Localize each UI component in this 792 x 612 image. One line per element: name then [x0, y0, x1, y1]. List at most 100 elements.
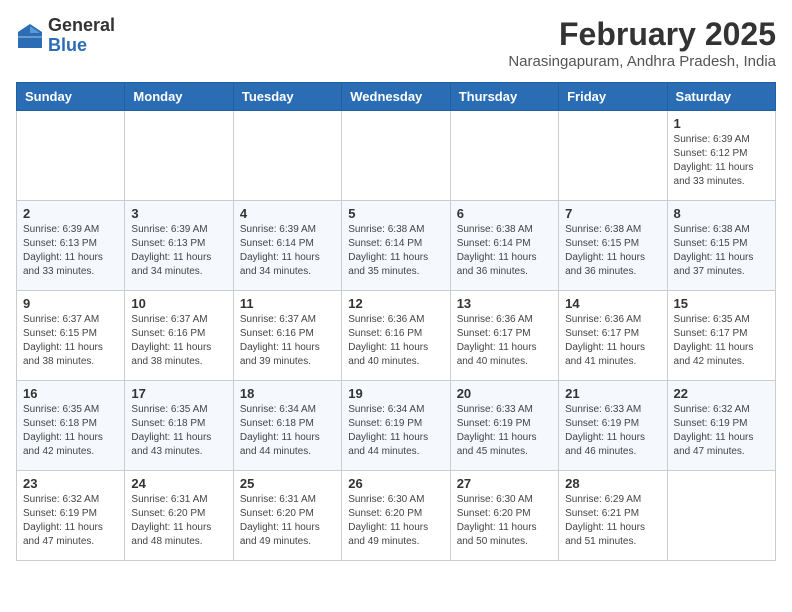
- day-of-week-header: Sunday: [17, 83, 125, 111]
- calendar-cell: 5 Sunrise: 6:38 AMSunset: 6:14 PMDaylight…: [342, 201, 450, 291]
- day-info: Sunrise: 6:38 AMSunset: 6:15 PMDaylight:…: [565, 223, 660, 279]
- day-number: 14: [565, 296, 660, 311]
- calendar-cell: 27Sunrise: 6:30 AMSunset: 6:20 PMDayligh…: [450, 471, 558, 561]
- day-number: 9: [23, 296, 118, 311]
- day-number: 28: [565, 476, 660, 491]
- calendar-cell: 20 Sunrise: 6:33 AMSunset: 6:19 PMDayligh…: [450, 381, 558, 471]
- day-info: Sunrise: 6:33 AMSunset: 6:19 PMDaylight:…: [457, 403, 552, 459]
- day-number: 20: [457, 386, 552, 401]
- calendar-cell: 6 Sunrise: 6:38 AMSunset: 6:14 PMDaylight…: [450, 201, 558, 291]
- calendar-week-row: 9 Sunrise: 6:37 AMSunset: 6:15 PMDaylight…: [17, 291, 776, 381]
- calendar-cell: [450, 111, 558, 201]
- calendar-cell: 21Sunrise: 6:33 AMSunset: 6:19 PMDayligh…: [559, 381, 667, 471]
- calendar-cell: 25 Sunrise: 6:31 AMSunset: 6:20 PMDayligh…: [233, 471, 341, 561]
- day-of-week-header: Tuesday: [233, 83, 341, 111]
- calendar-cell: 10 Sunrise: 6:37 AMSunset: 6:16 PMDayligh…: [125, 291, 233, 381]
- day-info: Sunrise: 6:36 AMSunset: 6:17 PMDaylight:…: [457, 313, 552, 369]
- calendar-cell: 9 Sunrise: 6:37 AMSunset: 6:15 PMDaylight…: [17, 291, 125, 381]
- calendar-cell: 1 Sunrise: 6:39 AMSunset: 6:12 PMDaylight…: [667, 111, 775, 201]
- calendar-table: SundayMondayTuesdayWednesdayThursdayFrid…: [16, 82, 776, 561]
- day-info: Sunrise: 6:36 AMSunset: 6:16 PMDaylight:…: [348, 313, 443, 369]
- calendar-cell: [125, 111, 233, 201]
- calendar-cell: [233, 111, 341, 201]
- day-info: Sunrise: 6:39 AMSunset: 6:13 PMDaylight:…: [23, 223, 118, 279]
- day-info: Sunrise: 6:38 AMSunset: 6:15 PMDaylight:…: [674, 223, 769, 279]
- day-of-week-header: Wednesday: [342, 83, 450, 111]
- logo-icon: [16, 22, 44, 50]
- calendar-cell: 15 Sunrise: 6:35 AMSunset: 6:17 PMDayligh…: [667, 291, 775, 381]
- day-of-week-header: Monday: [125, 83, 233, 111]
- day-number: 19: [348, 386, 443, 401]
- day-info: Sunrise: 6:31 AMSunset: 6:20 PMDaylight:…: [240, 493, 335, 549]
- page-header: General Blue February 2025 Narasingapura…: [16, 16, 776, 70]
- day-info: Sunrise: 6:35 AMSunset: 6:18 PMDaylight:…: [131, 403, 226, 459]
- day-info: Sunrise: 6:30 AMSunset: 6:20 PMDaylight:…: [348, 493, 443, 549]
- calendar-cell: 3 Sunrise: 6:39 AMSunset: 6:13 PMDaylight…: [125, 201, 233, 291]
- calendar-cell: 28 Sunrise: 6:29 AMSunset: 6:21 PMDayligh…: [559, 471, 667, 561]
- day-number: 8: [674, 206, 769, 221]
- calendar-cell: 26Sunrise: 6:30 AMSunset: 6:20 PMDayligh…: [342, 471, 450, 561]
- calendar-cell: 11 Sunrise: 6:37 AMSunset: 6:16 PMDayligh…: [233, 291, 341, 381]
- calendar-week-row: 1 Sunrise: 6:39 AMSunset: 6:12 PMDaylight…: [17, 111, 776, 201]
- day-info: Sunrise: 6:39 AMSunset: 6:12 PMDaylight:…: [674, 133, 769, 189]
- calendar-cell: 19 Sunrise: 6:34 AMSunset: 6:19 PMDayligh…: [342, 381, 450, 471]
- day-info: Sunrise: 6:29 AMSunset: 6:21 PMDaylight:…: [565, 493, 660, 549]
- day-number: 15: [674, 296, 769, 311]
- day-info: Sunrise: 6:32 AMSunset: 6:19 PMDaylight:…: [23, 493, 118, 549]
- calendar-cell: 23 Sunrise: 6:32 AMSunset: 6:19 PMDayligh…: [17, 471, 125, 561]
- calendar-cell: 18 Sunrise: 6:34 AMSunset: 6:18 PMDayligh…: [233, 381, 341, 471]
- calendar-title: February 2025: [508, 16, 776, 53]
- day-info: Sunrise: 6:37 AMSunset: 6:16 PMDaylight:…: [131, 313, 226, 369]
- day-number: 23: [23, 476, 118, 491]
- calendar-cell: 17 Sunrise: 6:35 AMSunset: 6:18 PMDayligh…: [125, 381, 233, 471]
- day-info: Sunrise: 6:30 AMSunset: 6:20 PMDaylight:…: [457, 493, 552, 549]
- day-info: Sunrise: 6:38 AMSunset: 6:14 PMDaylight:…: [348, 223, 443, 279]
- day-info: Sunrise: 6:35 AMSunset: 6:17 PMDaylight:…: [674, 313, 769, 369]
- day-number: 10: [131, 296, 226, 311]
- day-number: 17: [131, 386, 226, 401]
- day-number: 6: [457, 206, 552, 221]
- calendar-cell: 22Sunrise: 6:32 AMSunset: 6:19 PMDayligh…: [667, 381, 775, 471]
- day-info: Sunrise: 6:38 AMSunset: 6:14 PMDaylight:…: [457, 223, 552, 279]
- day-number: 11: [240, 296, 335, 311]
- day-of-week-header: Saturday: [667, 83, 775, 111]
- calendar-cell: [17, 111, 125, 201]
- day-number: 24: [131, 476, 226, 491]
- day-info: Sunrise: 6:37 AMSunset: 6:15 PMDaylight:…: [23, 313, 118, 369]
- day-number: 25: [240, 476, 335, 491]
- calendar-cell: [342, 111, 450, 201]
- day-info: Sunrise: 6:39 AMSunset: 6:13 PMDaylight:…: [131, 223, 226, 279]
- day-number: 7: [565, 206, 660, 221]
- day-info: Sunrise: 6:34 AMSunset: 6:19 PMDaylight:…: [348, 403, 443, 459]
- calendar-cell: 12 Sunrise: 6:36 AMSunset: 6:16 PMDayligh…: [342, 291, 450, 381]
- day-number: 2: [23, 206, 118, 221]
- day-number: 12: [348, 296, 443, 311]
- calendar-cell: 24 Sunrise: 6:31 AMSunset: 6:20 PMDayligh…: [125, 471, 233, 561]
- day-number: 4: [240, 206, 335, 221]
- day-number: 3: [131, 206, 226, 221]
- calendar-cell: 16 Sunrise: 6:35 AMSunset: 6:18 PMDayligh…: [17, 381, 125, 471]
- calendar-cell: 8 Sunrise: 6:38 AMSunset: 6:15 PMDaylight…: [667, 201, 775, 291]
- day-info: Sunrise: 6:32 AMSunset: 6:19 PMDaylight:…: [674, 403, 769, 459]
- day-of-week-header: Thursday: [450, 83, 558, 111]
- calendar-cell: [667, 471, 775, 561]
- day-info: Sunrise: 6:35 AMSunset: 6:18 PMDaylight:…: [23, 403, 118, 459]
- day-info: Sunrise: 6:31 AMSunset: 6:20 PMDaylight:…: [131, 493, 226, 549]
- calendar-cell: 13 Sunrise: 6:36 AMSunset: 6:17 PMDayligh…: [450, 291, 558, 381]
- day-info: Sunrise: 6:34 AMSunset: 6:18 PMDaylight:…: [240, 403, 335, 459]
- logo: General Blue: [16, 16, 115, 56]
- day-number: 18: [240, 386, 335, 401]
- calendar-cell: 4Sunrise: 6:39 AMSunset: 6:14 PMDaylight…: [233, 201, 341, 291]
- day-number: 13: [457, 296, 552, 311]
- day-number: 16: [23, 386, 118, 401]
- logo-text: General Blue: [48, 16, 115, 56]
- day-of-week-header: Friday: [559, 83, 667, 111]
- day-info: Sunrise: 6:37 AMSunset: 6:16 PMDaylight:…: [240, 313, 335, 369]
- day-info: Sunrise: 6:33 AMSunset: 6:19 PMDaylight:…: [565, 403, 660, 459]
- day-number: 5: [348, 206, 443, 221]
- calendar-week-row: 23 Sunrise: 6:32 AMSunset: 6:19 PMDayligh…: [17, 471, 776, 561]
- day-number: 1: [674, 116, 769, 131]
- calendar-week-row: 2 Sunrise: 6:39 AMSunset: 6:13 PMDaylight…: [17, 201, 776, 291]
- calendar-cell: 14Sunrise: 6:36 AMSunset: 6:17 PMDayligh…: [559, 291, 667, 381]
- calendar-cell: 7 Sunrise: 6:38 AMSunset: 6:15 PMDaylight…: [559, 201, 667, 291]
